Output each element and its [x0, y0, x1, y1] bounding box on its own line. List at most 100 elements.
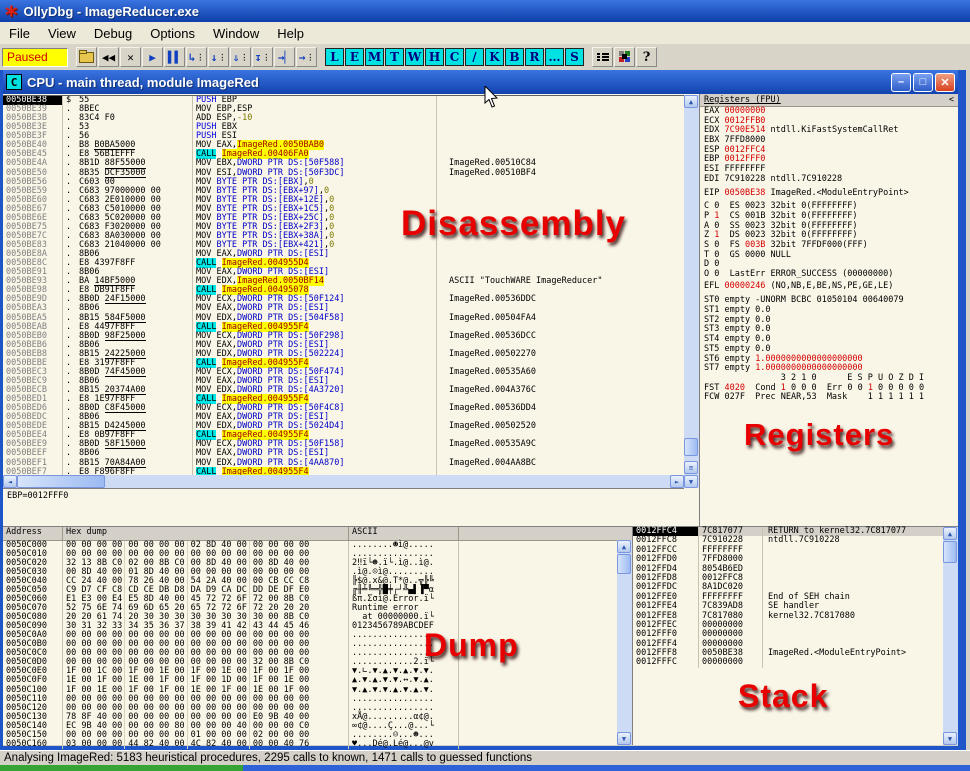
restart-button[interactable]: ◀◀: [98, 47, 119, 67]
disasm-row[interactable]: 0050BE3B.83C4 F0ADD ESP,-10: [3, 114, 684, 123]
menu-item-file[interactable]: File: [0, 24, 39, 43]
stack-row[interactable]: 0012FFD48054B6ED: [633, 565, 958, 574]
disasm-row[interactable]: 0050BEC3.8B0D 74F45000MOV ECX,DWORD PTR …: [3, 368, 684, 377]
cpu-window-title: CPU - main thread, module ImageRed: [27, 75, 889, 90]
scroll-left-icon[interactable]: ◄: [3, 475, 17, 488]
animate-into-button[interactable]: ⇓⋮: [230, 47, 251, 67]
disasm-comment: [437, 187, 684, 196]
stack-comment: [763, 555, 958, 564]
letter-button-l[interactable]: L: [325, 48, 344, 66]
letter-button-r[interactable]: R: [525, 48, 544, 66]
stack-vertical-scrollbar[interactable]: ▲ ▼: [943, 527, 958, 745]
register-line[interactable]: O 0 LastErr ERROR_SUCCESS (00000000): [700, 270, 958, 280]
letter-button-b[interactable]: B: [505, 48, 524, 66]
menu-item-options[interactable]: Options: [141, 24, 204, 43]
letter-button-slash[interactable]: /: [465, 48, 484, 66]
registers-collapse-button[interactable]: <: [949, 95, 954, 106]
animate-over-button[interactable]: ↧⋮: [252, 47, 273, 67]
disasm-comment: [437, 105, 684, 114]
letter-button-k[interactable]: K: [485, 48, 504, 66]
step-over-button[interactable]: ↓⋮: [208, 47, 229, 67]
run-button[interactable]: ▶: [142, 47, 163, 67]
dump-header: Address Hex dump ASCII: [3, 527, 632, 541]
appearance-button[interactable]: [614, 47, 635, 67]
progress-fill: [0, 765, 243, 771]
disasm-row[interactable]: 0050BEE9.8B0D 58F15000MOV ECX,DWORD PTR …: [3, 440, 684, 449]
letter-button-dots[interactable]: …: [545, 48, 564, 66]
goto-button[interactable]: →⋮: [296, 47, 317, 67]
help-button[interactable]: ?: [636, 47, 657, 67]
disasm-comment: ImageRed.00502520: [437, 422, 684, 431]
scroll-up-icon[interactable]: ▲: [684, 95, 698, 108]
letter-button-s[interactable]: S: [565, 48, 584, 66]
open-file-button[interactable]: [76, 47, 97, 67]
minimize-button[interactable]: –: [891, 73, 911, 92]
scroll-down-icon[interactable]: ≡: [684, 461, 698, 474]
menu-item-help[interactable]: Help: [268, 24, 313, 43]
stack-row[interactable]: 0012FFE87C817080kernel32.7C817080: [633, 612, 958, 621]
scroll-right-icon[interactable]: ►: [670, 475, 684, 488]
disasm-row[interactable]: 0050BE38$55PUSH EBP: [3, 96, 684, 105]
register-line[interactable]: T 0 GS 0000 NULL: [700, 251, 958, 261]
dump-scroll-thumb[interactable]: [617, 554, 631, 574]
close-button[interactable]: ✕: [935, 73, 955, 92]
disasm-row[interactable]: 0050BE8C.E8 4397F8FFCALL ImageRed.004955…: [3, 259, 684, 268]
scroll-down-icon[interactable]: ▼: [684, 475, 698, 488]
stack-row[interactable]: 0012FFD80012FFC8: [633, 574, 958, 583]
letter-button-h[interactable]: H: [425, 48, 444, 66]
letter-button-w[interactable]: W: [405, 48, 424, 66]
register-line[interactable]: EDI 7C910228 ntdll.7C910228: [700, 175, 958, 185]
stack-comment: [763, 621, 958, 630]
stack-comment: [763, 574, 958, 583]
maximize-button[interactable]: □: [913, 73, 933, 92]
annotation-dump: Dump: [424, 627, 519, 664]
dump-row[interactable]: 0050C16003 00 00 0044 82 40 004C 82 40 0…: [3, 740, 632, 749]
disasm-vertical-scrollbar[interactable]: ▲ ≡ ▼: [684, 95, 699, 488]
scroll-down-icon[interactable]: ▼: [617, 732, 631, 745]
disasm-horizontal-scrollbar[interactable]: ◄ ►: [3, 475, 684, 488]
main-title-bar: * OllyDbg - ImageReducer.exe: [0, 0, 970, 22]
register-line[interactable]: FCW 027F Prec NEAR,53 Mask 1 1 1 1 1 1: [700, 393, 958, 403]
execute-till-return-button[interactable]: →▏: [274, 47, 295, 67]
stack-row[interactable]: 0012FFEC00000000: [633, 621, 958, 630]
letter-button-m[interactable]: M: [365, 48, 384, 66]
stack-value: 00000000: [699, 658, 763, 667]
disasm-comment: ImageRed.00535A60: [437, 368, 684, 377]
letter-button-e[interactable]: E: [345, 48, 364, 66]
step-into-button[interactable]: ↳⋮: [186, 47, 207, 67]
pause-button[interactable]: ▌▌: [164, 47, 185, 67]
close-program-button[interactable]: ✕: [120, 47, 141, 67]
disasm-comment: [437, 114, 684, 123]
dump-header-address: Address: [3, 527, 63, 540]
cpu-title-bar: C CPU - main thread, module ImageRed – □…: [3, 70, 958, 94]
stack-row[interactable]: 0012FFF80050BE38ImageRed.<ModuleEntryPoi…: [633, 649, 958, 658]
stack-row[interactable]: 0012FFCCFFFFFFFF: [633, 546, 958, 555]
annotation-disassembly: Disassembly: [401, 204, 626, 244]
disasm-scroll-thumb[interactable]: [684, 438, 698, 456]
disasm-hscroll-thumb[interactable]: [17, 475, 105, 488]
scroll-up-icon[interactable]: ▲: [617, 540, 631, 553]
stack-scroll-thumb[interactable]: [943, 541, 957, 563]
disasm-comment: ImageRed.00536DD4: [437, 404, 684, 413]
menu-item-debug[interactable]: Debug: [85, 24, 141, 43]
register-line[interactable]: EIP 0050BE38 ImageRed.<ModuleEntryPoint>: [700, 189, 958, 199]
disasm-row[interactable]: 0050BED6.8B0D C8F45000MOV ECX,DWORD PTR …: [3, 404, 684, 413]
register-line[interactable]: EFL 00000246 (NO,NB,E,BE,NS,PE,GE,LE): [700, 282, 958, 292]
windows-list-button[interactable]: [592, 47, 613, 67]
scroll-up-icon[interactable]: ▲: [943, 527, 957, 540]
stack-row[interactable]: 0012FFFC00000000: [633, 658, 958, 667]
stack-row[interactable]: 0012FFD07FFD8000: [633, 555, 958, 564]
stack-row[interactable]: 0012FFF000000000: [633, 630, 958, 639]
disasm-row[interactable]: 0050BE9D.8B0D 24F15000MOV ECX,DWORD PTR …: [3, 295, 684, 304]
registers-header-label: Registers (FPU): [704, 95, 781, 106]
dump-vertical-scrollbar[interactable]: ▲ ▼: [617, 540, 632, 745]
disasm-row[interactable]: 0050BEB0.8B0D 98F25000MOV ECX,DWORD PTR …: [3, 332, 684, 341]
stack-row[interactable]: 0012FFC87C910228ntdll.7C910228: [633, 536, 958, 545]
letter-button-t[interactable]: T: [385, 48, 404, 66]
menu-item-view[interactable]: View: [39, 24, 85, 43]
toolbar: Paused ◀◀✕▶▌▌↳⋮↓⋮⇓⋮↧⋮→▏→⋮ LEMTWHC/KBR…S …: [0, 44, 970, 70]
scroll-down-icon[interactable]: ▼: [943, 732, 957, 745]
letter-button-c[interactable]: C: [445, 48, 464, 66]
menu-item-window[interactable]: Window: [204, 24, 268, 43]
disasm-row[interactable]: 0050BE3E.53PUSH EBX: [3, 123, 684, 132]
